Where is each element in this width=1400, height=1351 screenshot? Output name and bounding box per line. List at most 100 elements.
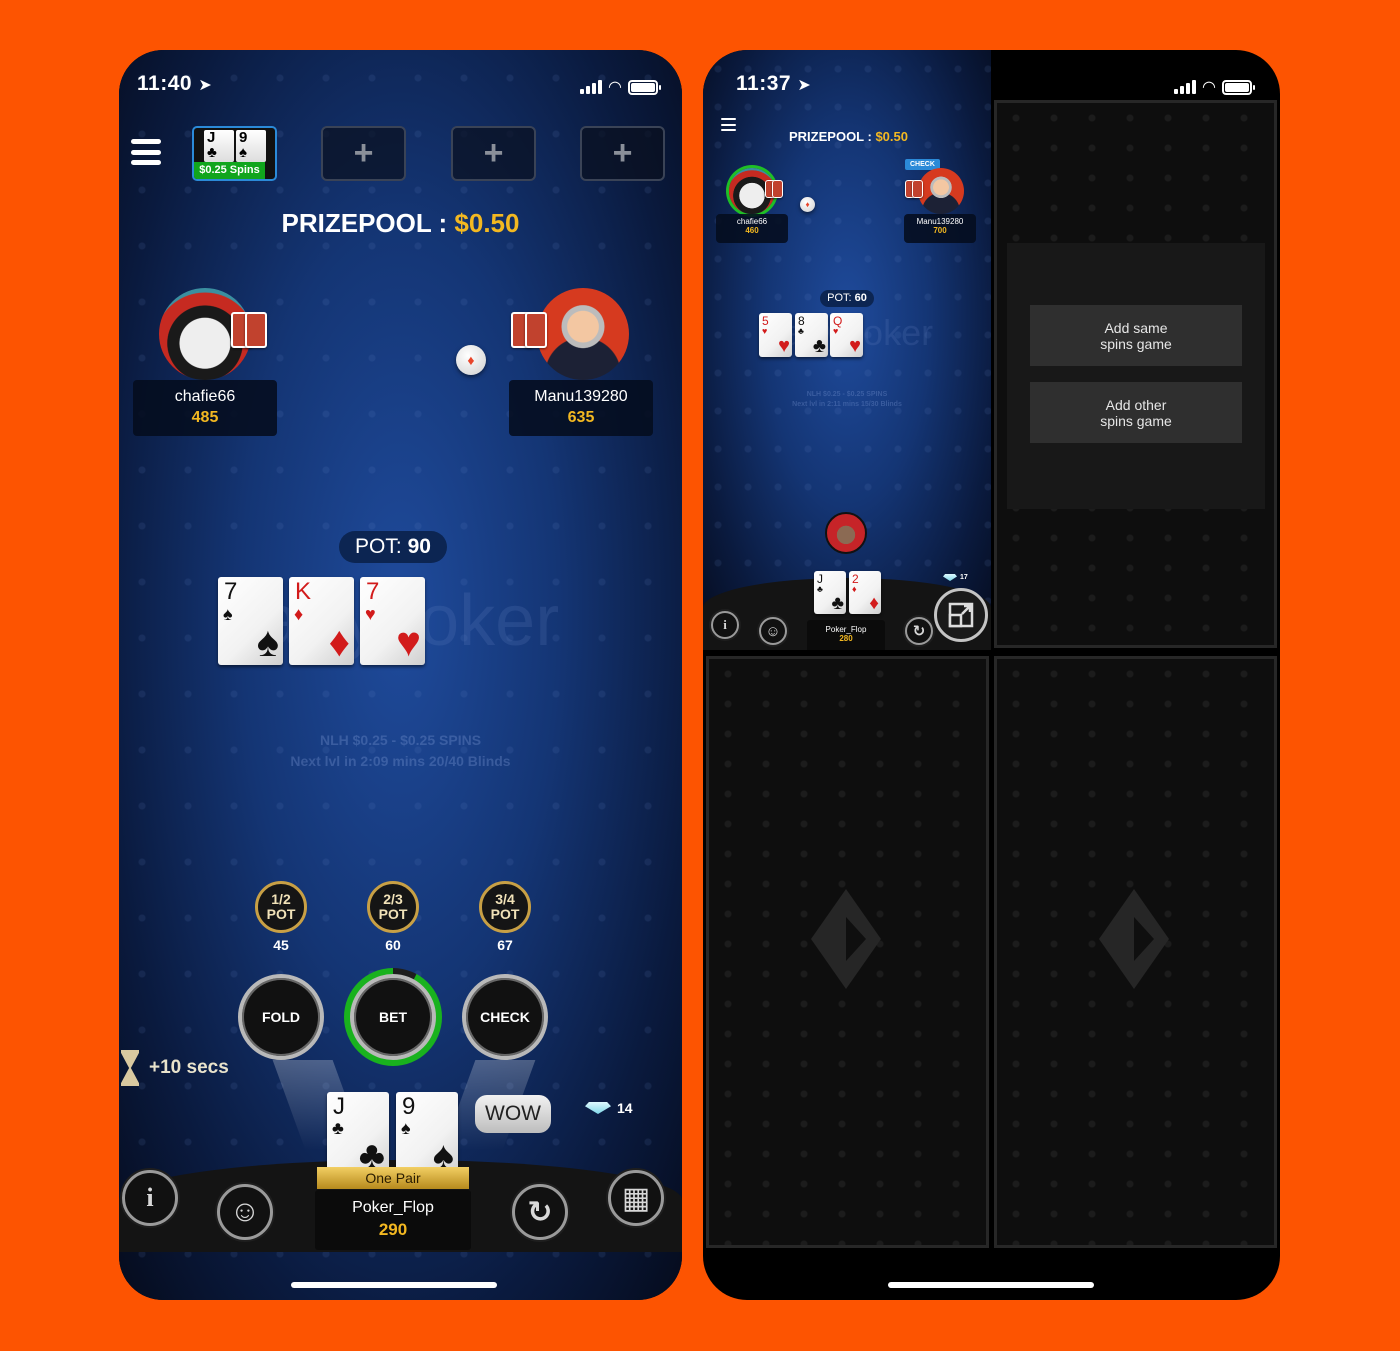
bet-preset-amount: 45 bbox=[273, 937, 289, 953]
battery-icon bbox=[628, 79, 661, 95]
info-button[interactable]: i bbox=[711, 611, 739, 639]
hamburger-menu-button[interactable] bbox=[131, 139, 161, 165]
hole-cards-facedown bbox=[765, 180, 783, 198]
hole-cards-facedown bbox=[905, 180, 923, 198]
phone-left-single-table: 11:40 ➤ ◠ J ♣ 9 ♠ $0.25 Spins + + + PRIZEP… bbox=[119, 50, 682, 1300]
status-icons: ◠ bbox=[1174, 77, 1255, 97]
smiley-icon: ☺ bbox=[229, 1195, 261, 1228]
plus-icon: + bbox=[353, 134, 374, 172]
plus-icon: + bbox=[483, 134, 504, 172]
hero-nameplate: Poker_Flop 280 bbox=[807, 620, 885, 650]
signal-icon bbox=[580, 79, 603, 94]
player-avatar-man[interactable] bbox=[537, 288, 629, 380]
wifi-icon: ◠ bbox=[1202, 79, 1216, 96]
board-card: 7 ♥ ♥ bbox=[360, 577, 425, 665]
emoji-button[interactable]: ☺ bbox=[759, 617, 787, 645]
add-table-slot[interactable]: + bbox=[580, 126, 665, 181]
add-other-spins-game-button[interactable]: Add other spins game bbox=[1030, 382, 1242, 443]
table-info: NLH $0.25 - $0.25 SPINS Next lvl in 2:09… bbox=[119, 730, 682, 772]
mini-table[interactable]: 11:37 ➤ PRIZEPOOL : $0.50 chafie66 460 C… bbox=[703, 50, 991, 650]
blind-level-timer: Next lvl in 2:09 mins 20/40 Blinds bbox=[290, 753, 511, 769]
bet-three-quarter-pot-button[interactable]: 3/4 POT bbox=[479, 881, 531, 933]
board-card: Q ♥ ♥ bbox=[830, 313, 863, 357]
add-table-slot[interactable]: + bbox=[451, 126, 536, 181]
bet-two-thirds-pot-button[interactable]: 2/3 POT bbox=[367, 881, 419, 933]
prizepool-label: PRIZEPOOL : bbox=[281, 208, 448, 238]
timebank-button[interactable]: +10 secs bbox=[121, 1050, 229, 1086]
expand-icon bbox=[948, 602, 974, 628]
player-nameplate: chafie66 485 bbox=[133, 380, 277, 436]
chat-bubble: WOW bbox=[475, 1095, 551, 1133]
empty-table-slot[interactable] bbox=[994, 656, 1277, 1248]
emoji-button[interactable]: ☺ bbox=[217, 1184, 273, 1240]
player-name: Manu139280 bbox=[534, 388, 628, 405]
diamond-balance: 14 bbox=[585, 1100, 633, 1116]
diamond-balance: 17 bbox=[943, 574, 968, 581]
refresh-icon: ↻ bbox=[912, 623, 926, 640]
tab-label: $0.25 Spins bbox=[194, 162, 265, 179]
board-card: 7 ♠ ♠ bbox=[218, 577, 283, 665]
hole-cards-facedown bbox=[231, 312, 267, 348]
prizepool: PRIZEPOOL : $0.50 bbox=[789, 129, 908, 144]
player-stack: 635 bbox=[567, 409, 595, 426]
hand-strength-label: One Pair bbox=[317, 1167, 469, 1189]
empty-table-slot[interactable]: Add same spins game Add other spins game bbox=[994, 100, 1277, 648]
check-button[interactable]: CHECK bbox=[462, 974, 548, 1060]
bet-preset-amount: 67 bbox=[497, 937, 513, 953]
hero-nameplate: Poker_Flop 290 bbox=[315, 1190, 471, 1250]
add-table-slot[interactable]: + bbox=[321, 126, 406, 181]
location-arrow-icon: ➤ bbox=[198, 77, 213, 94]
empty-table-slot[interactable] bbox=[706, 656, 989, 1248]
add-table-menu: Add same spins game Add other spins game bbox=[1007, 243, 1265, 509]
add-same-spins-game-button[interactable]: Add same spins game bbox=[1030, 305, 1242, 366]
player-nameplate: chafie66 460 bbox=[716, 214, 788, 243]
player-name: chafie66 bbox=[174, 388, 236, 405]
hourglass-icon bbox=[121, 1050, 139, 1086]
prizepool-amount: $0.50 bbox=[454, 208, 520, 238]
dealer-button-icon: ♦ bbox=[456, 345, 486, 375]
status-icons: ◠ bbox=[580, 77, 661, 97]
bet-button[interactable]: BET bbox=[350, 974, 436, 1060]
rebuy-button[interactable]: ↻ bbox=[905, 617, 933, 645]
signal-icon bbox=[1174, 79, 1197, 94]
player-nameplate: Manu139280 635 bbox=[509, 380, 653, 436]
tab-card: J ♣ bbox=[204, 130, 234, 162]
home-indicator[interactable] bbox=[888, 1282, 1094, 1288]
board-card: 5 ♥ ♥ bbox=[759, 313, 792, 357]
info-icon: i bbox=[723, 617, 727, 632]
hero-card: J ♣ ♣ bbox=[814, 571, 846, 614]
hole-cards-facedown bbox=[511, 312, 547, 348]
table-tab-active[interactable]: J ♣ 9 ♠ $0.25 Spins bbox=[192, 126, 277, 181]
timebank-label: +10 secs bbox=[149, 1057, 229, 1078]
plus-icon: + bbox=[612, 134, 633, 172]
player-stack: 485 bbox=[191, 409, 219, 426]
status-time: 11:40 ➤ bbox=[137, 72, 213, 95]
bet-preset-amount: 60 bbox=[385, 937, 401, 953]
game-type: NLH $0.25 - $0.25 SPINS bbox=[319, 732, 482, 748]
location-arrow-icon: ➤ bbox=[797, 77, 812, 94]
board-card: K ♦ ♦ bbox=[289, 577, 354, 665]
expand-table-button[interactable] bbox=[934, 588, 988, 642]
status-time: 11:37 ➤ bbox=[736, 72, 812, 95]
battery-icon bbox=[1222, 79, 1255, 95]
hero-card: J ♣ ♣ bbox=[327, 1092, 389, 1178]
multi-table-button[interactable]: ▦ bbox=[608, 1170, 664, 1226]
player-nameplate: Manu139280 700 bbox=[904, 214, 976, 243]
hamburger-menu-button[interactable] bbox=[721, 118, 736, 131]
rebuy-button[interactable]: ↻ bbox=[512, 1184, 568, 1240]
board-card: 8 ♣ ♣ bbox=[795, 313, 828, 357]
phone-right-multi-table: 11:37 ➤ PRIZEPOOL : $0.50 chafie66 460 C… bbox=[703, 50, 1280, 1300]
refresh-icon: ↻ bbox=[527, 1195, 553, 1229]
info-button[interactable]: i bbox=[122, 1170, 178, 1226]
pot-display: POT: 90 bbox=[339, 531, 447, 563]
diamond-icon bbox=[585, 1102, 611, 1114]
tab-card: 9 ♠ bbox=[236, 130, 266, 162]
home-indicator[interactable] bbox=[291, 1282, 497, 1288]
hero-card: 2 ♦ ♦ bbox=[849, 571, 881, 614]
bet-half-pot-button[interactable]: 1/2 POT bbox=[255, 881, 307, 933]
fold-button[interactable]: FOLD bbox=[238, 974, 324, 1060]
player-avatar-man[interactable] bbox=[918, 168, 964, 214]
prizepool: PRIZEPOOL : $0.50 bbox=[119, 208, 682, 239]
hero-avatar-goat[interactable] bbox=[825, 512, 867, 554]
diamond-icon bbox=[943, 574, 957, 581]
